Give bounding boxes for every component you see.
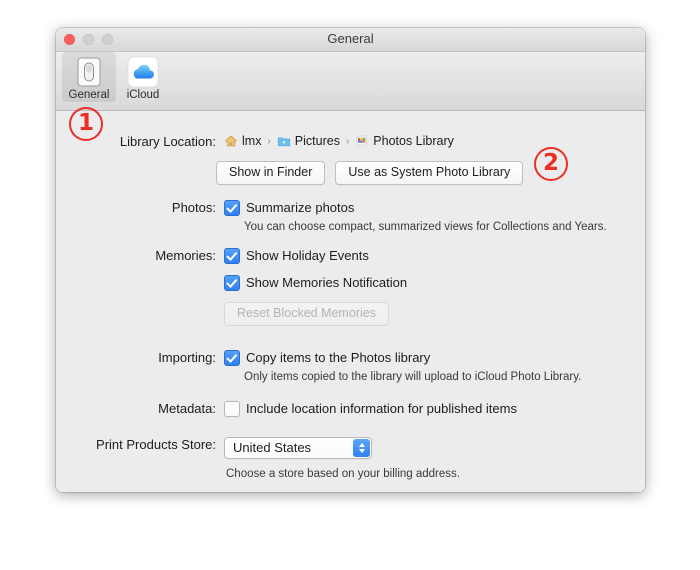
summarize-photos-checkbox-row[interactable]: Summarize photos [224,200,607,216]
library-location-row: Library Location: lmx › Pictures › Photo… [56,134,454,150]
show-holiday-events-checkbox-row[interactable]: Show Holiday Events [224,248,407,264]
include-location-label: Include location information for publish… [246,401,517,416]
breadcrumb-label-pictures: Pictures [294,134,340,148]
window-title: General [327,31,374,46]
reset-blocked-memories-button[interactable]: Reset Blocked Memories [224,302,389,326]
preferences-window: General General iCloud Library Location:… [56,28,645,492]
use-as-system-photo-library-button[interactable]: Use as System Photo Library [335,161,524,185]
general-toolbar-label: General [68,89,110,101]
breadcrumb-separator-1: › [267,135,271,147]
breadcrumb-label-home: lmx [242,134,262,148]
library-buttons-row: Show in Finder Use as System Photo Libra… [216,161,524,185]
summarize-photos-label: Summarize photos [246,200,355,215]
copy-items-checkbox-row[interactable]: Copy items to the Photos library [224,350,581,366]
show-holiday-events-checkbox[interactable] [224,248,240,264]
window-titlebar[interactable]: General [56,28,645,52]
show-holiday-events-label: Show Holiday Events [246,248,369,263]
show-memories-notification-checkbox-row[interactable]: Show Memories Notification [224,275,407,291]
print-products-store-hint: Choose a store based on your billing add… [226,468,460,480]
general-toolbar-item[interactable]: General [62,52,116,102]
photos-label: Photos: [171,200,216,215]
importing-hint: Only items copied to the library will up… [244,371,582,383]
photos-hint: You can choose compact, summarized views… [244,221,607,233]
copy-items-checkbox[interactable] [224,350,240,366]
icloud-toolbar-item[interactable]: iCloud [116,52,170,102]
breadcrumb-item-pictures[interactable]: Pictures [277,134,340,148]
show-in-finder-button[interactable]: Show in Finder [216,161,326,185]
memories-label: Memories: [155,248,216,263]
library-path-breadcrumb[interactable]: lmx › Pictures › Photos Library [224,134,454,148]
importing-row: Importing: Copy items to the Photos libr… [56,350,581,384]
breadcrumb-label-photos-library: Photos Library [373,134,454,148]
print-products-store-row: Print Products Store: United States Choo… [56,437,460,481]
show-memories-notification-checkbox[interactable] [224,275,240,291]
include-location-checkbox[interactable] [224,401,240,417]
annotation-marker-2: 2 [534,147,568,181]
icloud-toolbar-label: iCloud [126,89,160,101]
chevron-updown-icon[interactable] [353,439,370,457]
photos-row: Photos: Summarize photos You can choose … [56,200,607,234]
importing-label: Importing: [158,350,216,365]
preferences-toolbar: General iCloud [56,52,645,111]
show-memories-notification-label: Show Memories Notification [246,275,408,290]
home-icon [225,135,237,147]
annotation-marker-1: 1 [69,107,103,141]
metadata-label: Metadata: [158,401,216,416]
icloud-cloud-icon [127,56,159,88]
print-products-store-select[interactable]: United States [224,437,372,459]
copy-items-label: Copy items to the Photos library [246,350,431,365]
include-location-checkbox-row[interactable]: Include location information for publish… [224,401,517,417]
breadcrumb-separator-2: › [345,135,350,147]
general-switch-icon [77,57,101,87]
print-products-store-label: Print Products Store: [96,437,216,452]
breadcrumb-item-photos-library[interactable]: Photos Library [355,134,454,148]
folder-pictures-icon [277,137,290,147]
breadcrumb-item-home[interactable]: lmx [224,134,261,148]
photos-library-icon [356,135,368,146]
print-products-store-value: United States [233,440,312,455]
summarize-photos-checkbox[interactable] [224,200,240,216]
screenshot-root: General General iCloud Library Location:… [0,0,700,570]
metadata-row: Metadata: Include location information f… [56,401,517,417]
memories-row: Memories: Show Holiday Events Show Memor… [56,248,407,326]
